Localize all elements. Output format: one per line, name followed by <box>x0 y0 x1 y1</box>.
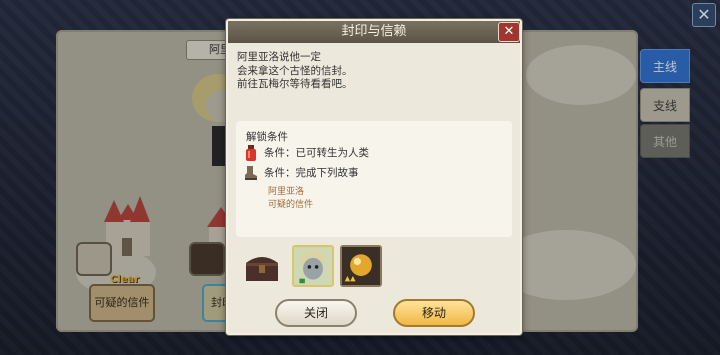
boot-icon <box>245 166 257 180</box>
close-button[interactable]: 关闭 <box>275 299 357 327</box>
required-story: 可疑的信件 <box>268 200 314 210</box>
condition-row: 条件：已可转生为人类 <box>244 145 369 161</box>
quest-description: 阿里亚洛说他一定 会来拿这个古怪的信封。 前往瓦梅尔等待看看吧。 <box>237 51 507 92</box>
close-icon[interactable]: ✕ <box>692 3 716 27</box>
character-portrait-icon[interactable] <box>292 245 334 287</box>
condition-text: 条件：已可转生为人类 <box>264 147 369 159</box>
description-line: 会来拿这个古怪的信封。 <box>237 64 353 77</box>
conditions-title: 解锁条件 <box>246 131 288 143</box>
story-node-suspicious-letter[interactable]: 可疑的信件 <box>89 284 155 322</box>
condition-text: 条件：完成下列故事 <box>264 167 359 179</box>
tab-side-story[interactable]: 支线 <box>640 88 690 122</box>
required-story: 阿里亚洛 <box>268 187 305 197</box>
description-line: 前往瓦梅尔等待看看吧。 <box>237 78 353 90</box>
dialog-close-button[interactable]: ✕ <box>498 22 520 42</box>
tab-other-story[interactable]: 其他 <box>640 124 690 158</box>
cloud-decoration <box>526 45 636 105</box>
golden-orb-icon[interactable] <box>340 245 382 287</box>
chest-node-icon <box>189 242 225 276</box>
potion-icon <box>246 145 256 161</box>
unlock-conditions-box: 解锁条件 条件：已可转生为人类 条件：完成下列故事 阿里亚洛 可疑的信件 <box>236 121 512 237</box>
tab-main-story[interactable]: 主线 <box>640 49 690 83</box>
dialog-title: 封印与信赖 <box>228 21 520 43</box>
character-portrait-art <box>294 247 332 285</box>
quest-dialog: 封印与信赖 ✕ 阿里亚洛说他一定 会来拿这个古怪的信封。 前往瓦梅尔等待看看吧。… <box>226 19 522 335</box>
golden-orb-art <box>342 247 380 285</box>
treasure-chest-icon[interactable] <box>244 251 280 283</box>
chest-node-icon <box>76 242 112 276</box>
condition-row: 条件：完成下列故事 <box>244 165 359 181</box>
move-button[interactable]: 移动 <box>393 299 475 327</box>
description-line: 阿里亚洛说他一定 <box>237 51 321 63</box>
